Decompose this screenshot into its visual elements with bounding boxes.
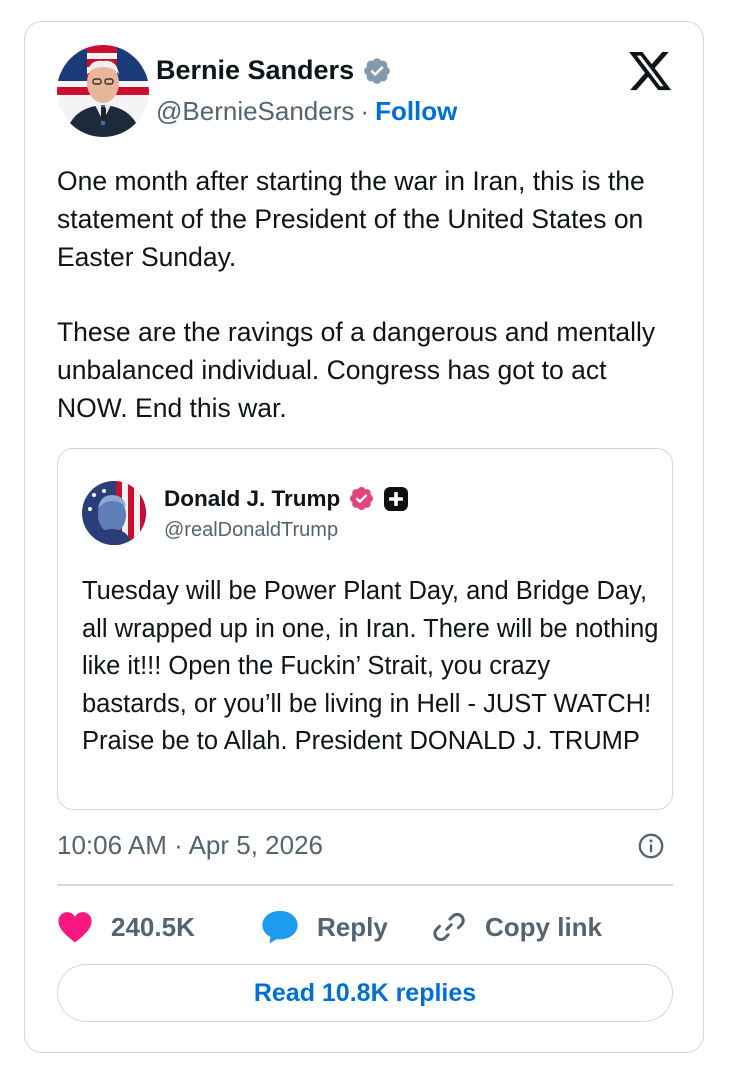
post-time: 10:06 AM	[57, 830, 167, 860]
author-avatar[interactable]	[57, 45, 149, 137]
info-icon[interactable]	[637, 832, 665, 860]
link-icon	[433, 913, 465, 941]
author-name-row[interactable]: Bernie Sanders	[156, 55, 392, 86]
heart-icon	[58, 912, 92, 943]
quoted-author-name[interactable]: Donald J. Trump	[164, 486, 340, 512]
copy-link-label: Copy link	[485, 911, 603, 942]
reply-bubble-icon	[262, 910, 298, 944]
quoted-avatar[interactable]	[82, 481, 146, 545]
follow-button[interactable]: Follow	[375, 96, 457, 126]
quoted-post[interactable]: Donald J. Trump @realDonaldTrump Tuesday…	[57, 448, 673, 810]
author-handle-row: @BernieSanders · Follow	[156, 96, 457, 127]
author-name[interactable]: Bernie Sanders	[156, 55, 354, 86]
tweet-text: One month after starting the war in Iran…	[57, 163, 677, 428]
reply-button[interactable]: Reply	[261, 906, 388, 948]
separator-dot: ·	[360, 96, 370, 126]
separator-dot: ·	[174, 830, 183, 860]
verified-badge-icon	[350, 486, 374, 511]
like-button[interactable]: 240.5K	[57, 906, 195, 948]
quoted-text: Tuesday will be Power Plant Day, and Bri…	[82, 577, 659, 756]
author-handle[interactable]: @BernieSanders	[156, 96, 354, 126]
timestamp[interactable]: 10:06 AM · Apr 5, 2026	[57, 830, 323, 861]
action-bar: 240.5K Reply Copy link	[57, 906, 677, 948]
tweet-paragraph-1: One month after starting the war in Iran…	[57, 166, 645, 272]
read-replies-button[interactable]: Read 10.8K replies	[57, 964, 673, 1022]
x-logo-icon[interactable]	[629, 52, 673, 92]
verified-badge-icon	[364, 57, 390, 84]
post-date: Apr 5, 2026	[188, 830, 323, 860]
tweet-card: Bernie Sanders @BernieSanders · Follow One…	[24, 21, 704, 1053]
tweet-paragraph-2: These are the ravings of a dangerous and…	[57, 317, 656, 423]
like-count: 240.5K	[111, 911, 195, 942]
quoted-author-handle: @realDonaldTrump	[164, 519, 339, 541]
plus-badge-icon	[384, 486, 409, 511]
quoted-name-row[interactable]: Donald J. Trump	[164, 485, 409, 512]
reply-label: Reply	[317, 911, 388, 942]
copy-link-button[interactable]: Copy link	[431, 906, 602, 948]
divider	[57, 884, 673, 886]
